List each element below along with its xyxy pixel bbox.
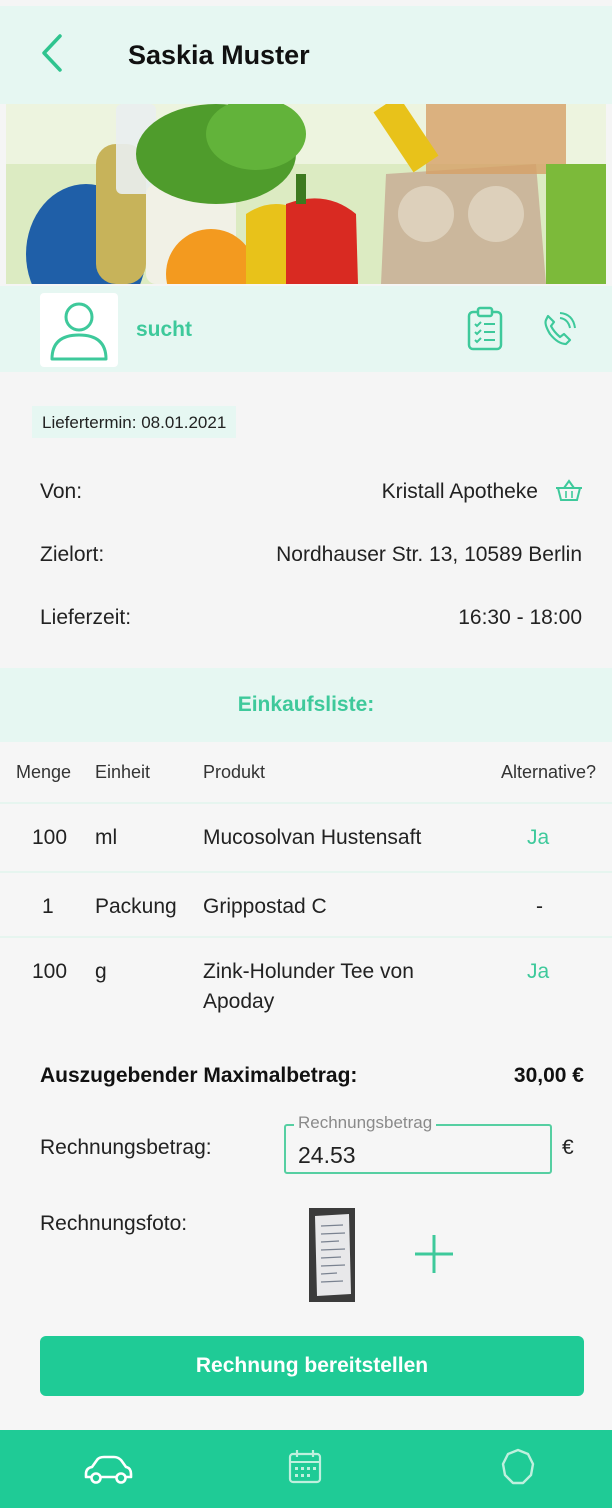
currency-symbol: € [562,1136,574,1159]
cell-alternative: Ja [527,826,550,849]
cell-alternative: - [536,895,543,918]
call-button[interactable] [538,310,578,350]
row-divider [0,871,612,873]
cell-produkt-line2: Apoday [203,990,275,1013]
checklist-icon [467,306,503,351]
from-value: Kristall Apotheke [381,480,538,503]
cell-menge: 1 [42,895,54,918]
cell-einheit: ml [95,826,118,849]
amount-input[interactable] [298,1142,538,1169]
row-divider [0,936,612,938]
column-header-menge: Menge [16,762,72,782]
row-divider [0,802,612,804]
cell-produkt: Mucosolvan Hustensaft [203,826,422,849]
back-button[interactable] [36,30,72,76]
time-value: 16:30 - 18:00 [458,606,582,629]
from-label: Von: [40,480,83,503]
nav-settings[interactable] [494,1444,550,1492]
cell-menge: 100 [32,826,68,849]
car-icon [84,1455,133,1484]
settings-icon [501,1448,535,1485]
receipt-photo-thumbnail[interactable] [309,1208,355,1302]
amount-input-legend: Rechnungsbetrag [294,1113,437,1133]
cell-produkt: Zink-Holunder Tee von [203,960,414,983]
destination-value: Nordhauser Str. 13, 10589 Berlin [276,543,582,566]
hero-image [6,104,606,284]
status-text: sucht [136,318,193,341]
cell-alternative: Ja [527,960,550,983]
max-amount-value: 30,00 € [513,1064,584,1087]
shopping-list-table [0,742,612,1032]
nav-calendar[interactable] [284,1444,340,1492]
submit-invoice-button[interactable]: Rechnung bereitstellen [40,1336,584,1396]
nav-deliveries[interactable] [80,1444,136,1492]
time-label: Lieferzeit: [40,606,132,629]
delivery-date-badge: Liefertermin: 08.01.2021 [32,406,237,438]
phone-icon [544,312,576,346]
destination-label: Zielort: [40,543,105,566]
chevron-left-icon [42,34,62,72]
calendar-icon [288,1450,322,1484]
person-icon [50,302,108,361]
receipt-photo-label: Rechnungsfoto: [40,1212,188,1235]
cell-produkt: Grippostad C [203,895,327,918]
plus-icon [415,1235,453,1273]
avatar [40,293,118,367]
cell-einheit: g [95,960,107,983]
add-photo-button[interactable] [412,1232,456,1276]
shopping-list-title: Einkaufsliste: [237,693,375,716]
shopping-list-button[interactable] [466,306,504,352]
basket-icon [555,478,583,504]
column-header-alternative: Alternative? [500,762,596,782]
column-header-produkt: Produkt [203,762,266,782]
cell-menge: 100 [32,960,68,983]
column-header-einheit: Einheit [95,762,151,782]
max-amount-label: Auszugebender Maximalbetrag: [40,1064,358,1087]
cell-einheit: Packung [95,895,177,918]
page-title: Saskia Muster [128,40,310,70]
amount-label: Rechnungsbetrag: [40,1136,212,1159]
